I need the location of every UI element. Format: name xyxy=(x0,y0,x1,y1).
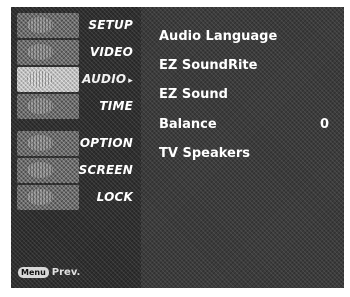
setup-thumbnail-icon xyxy=(17,13,79,38)
menu-item-label: SETUP xyxy=(88,18,133,32)
option-balance[interactable]: Balance 0 xyxy=(159,115,329,135)
balance-value: 0 xyxy=(319,117,329,132)
main-menu-sidebar: SETUP VIDEO AUDIO ▸ TIME OPTION SCREEN LO… xyxy=(11,7,141,288)
menu-item-setup[interactable]: SETUP xyxy=(17,13,141,38)
lock-thumbnail-icon xyxy=(17,185,79,210)
video-thumbnail-icon xyxy=(17,40,79,65)
menu-item-screen[interactable]: SCREEN xyxy=(17,158,141,183)
option-ez-sound[interactable]: EZ Sound xyxy=(159,85,329,105)
tv-osd-menu: SETUP VIDEO AUDIO ▸ TIME OPTION SCREEN LO… xyxy=(11,7,344,288)
time-thumbnail-icon xyxy=(17,94,79,119)
menu-item-label: SCREEN xyxy=(78,163,133,177)
footer-hint: Menu Prev. xyxy=(18,265,80,279)
menu-item-label: TIME xyxy=(99,99,133,113)
option-label: Balance xyxy=(159,117,217,132)
menu-item-lock[interactable]: LOCK xyxy=(17,185,141,210)
option-thumbnail-icon xyxy=(17,131,79,156)
menu-item-video[interactable]: VIDEO xyxy=(17,40,141,65)
option-label: EZ SoundRite xyxy=(159,58,258,73)
menu-item-audio[interactable]: AUDIO ▸ xyxy=(17,67,141,92)
menu-item-label: AUDIO ▸ xyxy=(82,72,133,86)
option-ez-soundrite[interactable]: EZ SoundRite xyxy=(159,56,329,76)
option-label: EZ Sound xyxy=(159,87,228,102)
menu-item-label: VIDEO xyxy=(89,45,133,59)
prev-label: Prev. xyxy=(51,266,81,278)
menu-item-label: OPTION xyxy=(79,136,133,150)
option-label: TV Speakers xyxy=(159,146,250,161)
screen-thumbnail-icon xyxy=(17,158,79,183)
menu-item-time[interactable]: TIME xyxy=(17,94,141,119)
audio-submenu-panel: Audio Language EZ SoundRite EZ Sound Bal… xyxy=(141,7,344,288)
menu-item-label: LOCK xyxy=(96,190,133,204)
audio-thumbnail-icon xyxy=(17,67,79,92)
option-label: Audio Language xyxy=(159,29,278,44)
menu-key-icon[interactable]: Menu xyxy=(18,266,49,278)
option-tv-speakers[interactable]: TV Speakers xyxy=(159,144,329,164)
menu-item-option[interactable]: OPTION xyxy=(17,131,141,156)
submenu-arrow-icon: ▸ xyxy=(128,76,133,86)
option-audio-language[interactable]: Audio Language xyxy=(159,27,329,47)
